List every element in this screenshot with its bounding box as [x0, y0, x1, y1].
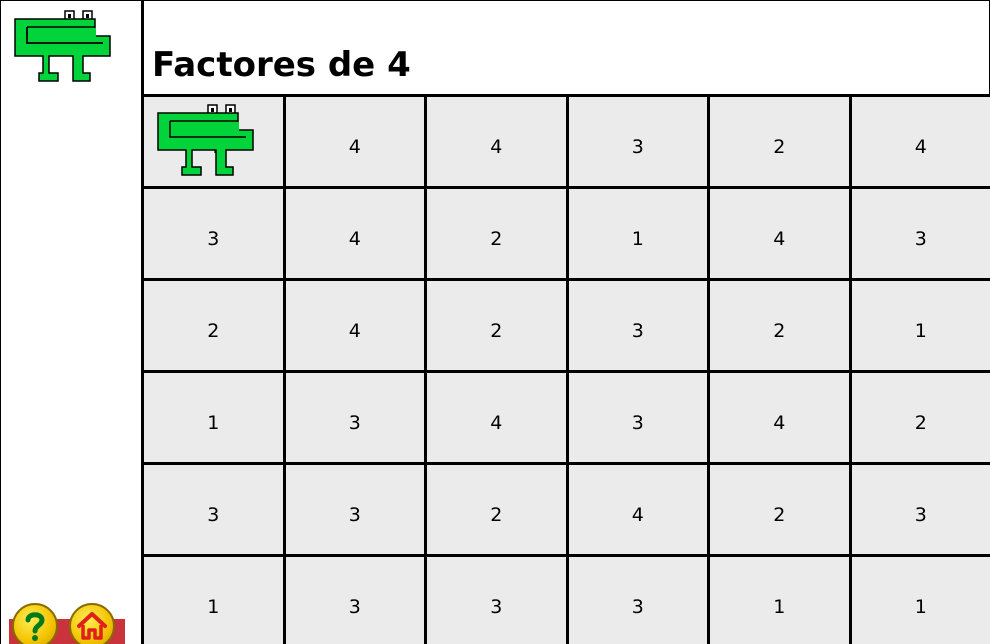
grid-cell-r5-c3[interactable]: 3: [568, 557, 707, 644]
grid-cell-r5-c4[interactable]: 1: [710, 557, 849, 644]
cell-number: 1: [773, 595, 786, 618]
grid-cell-r5-c5[interactable]: 1: [851, 557, 990, 644]
cell-number: 1: [631, 227, 644, 250]
sidebar: [0, 0, 141, 644]
grid-cell-r5-c0[interactable]: 1: [144, 557, 283, 644]
cell-number: 3: [631, 595, 644, 618]
cell-number: 4: [490, 411, 503, 434]
cell-number: 2: [914, 411, 927, 434]
grid-cell-r1-c1[interactable]: 4: [285, 189, 424, 278]
grid-cell-r3-c0[interactable]: 1: [144, 373, 283, 462]
grid-cell-r4-c2[interactable]: 2: [427, 465, 566, 554]
grid-cell-r3-c1[interactable]: 3: [285, 373, 424, 462]
grid-cell-r0-c2[interactable]: 4: [427, 97, 566, 186]
cell-number: 1: [207, 595, 220, 618]
grid-cell-r4-c4[interactable]: 2: [710, 465, 849, 554]
cell-number: 4: [348, 135, 361, 158]
page-title: Factores de 4: [152, 45, 411, 85]
cell-number: 3: [631, 411, 644, 434]
grid-cell-r0-c3[interactable]: 3: [568, 97, 707, 186]
grid-cell-r4-c3[interactable]: 4: [568, 465, 707, 554]
cell-number: 3: [914, 227, 927, 250]
grid-cell-r1-c5[interactable]: 3: [851, 189, 990, 278]
help-button[interactable]: [12, 603, 58, 644]
grid-cell-r1-c2[interactable]: 2: [427, 189, 566, 278]
grid-cell-r2-c2[interactable]: 2: [427, 281, 566, 370]
cell-number: 4: [914, 135, 927, 158]
grid-cell-r3-c3[interactable]: 3: [568, 373, 707, 462]
home-icon: [77, 612, 107, 640]
home-button[interactable]: [69, 603, 115, 644]
cell-number: 2: [773, 319, 786, 342]
cell-number: 3: [631, 319, 644, 342]
number-grid: 4 4 4 3 2 4 3 4 2 1 4 3 2 4 2 3 2 1 1 3 4 3 4 2 3 3 2 4 2 3 1 3 3 3 1 1: [141, 94, 990, 644]
help-icon: [25, 612, 45, 641]
grid-cell-r1-c3[interactable]: 1: [568, 189, 707, 278]
grid-cell-r3-c2[interactable]: 4: [427, 373, 566, 462]
cell-number: 4: [348, 319, 361, 342]
grid-cell-r5-c2[interactable]: 3: [427, 557, 566, 644]
cell-number: 3: [348, 503, 361, 526]
grid-cell-r2-c1[interactable]: 4: [285, 281, 424, 370]
cell-number: 3: [914, 503, 927, 526]
cell-number: 2: [207, 319, 220, 342]
cell-number: 1: [914, 319, 927, 342]
cell-number: 4: [490, 135, 503, 158]
title-bar: Factores de 4: [144, 0, 990, 94]
grid-cell-r2-c4[interactable]: 2: [710, 281, 849, 370]
grid-cell-r1-c4[interactable]: 4: [710, 189, 849, 278]
cell-number: 4: [207, 135, 220, 158]
grid-cell-r1-c0[interactable]: 3: [144, 189, 283, 278]
cell-number: 2: [773, 135, 786, 158]
muncher-life-icon: [14, 10, 111, 82]
grid-cell-r2-c5[interactable]: 1: [851, 281, 990, 370]
cell-number: 4: [773, 411, 786, 434]
bottom-toolbar: [9, 599, 129, 644]
grid-cell-r2-c0[interactable]: 2: [144, 281, 283, 370]
cell-number: 2: [490, 227, 503, 250]
cell-number: 3: [207, 227, 220, 250]
grid-cell-r4-c5[interactable]: 3: [851, 465, 990, 554]
cell-number: 4: [773, 227, 786, 250]
cell-number: 1: [207, 411, 220, 434]
cell-number: 4: [348, 227, 361, 250]
grid-cell-r5-c1[interactable]: 3: [285, 557, 424, 644]
grid-cell-r0-c1[interactable]: 4: [285, 97, 424, 186]
cell-number: 3: [207, 503, 220, 526]
grid-cell-r3-c4[interactable]: 4: [710, 373, 849, 462]
cell-number: 4: [631, 503, 644, 526]
grid-cell-r0-c4[interactable]: 2: [710, 97, 849, 186]
game-window: Factores de 4 4 4 4 3 2 4 3 4 2 1 4 3 2 4 2 3 2 1 1 3 4 3 4 2 3 3…: [0, 0, 990, 644]
cell-number: 2: [773, 503, 786, 526]
grid-cell-r3-c5[interactable]: 2: [851, 373, 990, 462]
grid-cell-r0-c5[interactable]: 4: [851, 97, 990, 186]
cell-number: 1: [914, 595, 927, 618]
grid-cell-r0-c0[interactable]: 4: [144, 97, 283, 186]
cell-number: 2: [490, 503, 503, 526]
cell-number: 3: [348, 411, 361, 434]
cell-number: 3: [631, 135, 644, 158]
cell-number: 2: [490, 319, 503, 342]
cell-number: 3: [348, 595, 361, 618]
grid-cell-r2-c3[interactable]: 3: [568, 281, 707, 370]
grid-cell-r4-c0[interactable]: 3: [144, 465, 283, 554]
grid-cell-r4-c1[interactable]: 3: [285, 465, 424, 554]
cell-number: 3: [490, 595, 503, 618]
